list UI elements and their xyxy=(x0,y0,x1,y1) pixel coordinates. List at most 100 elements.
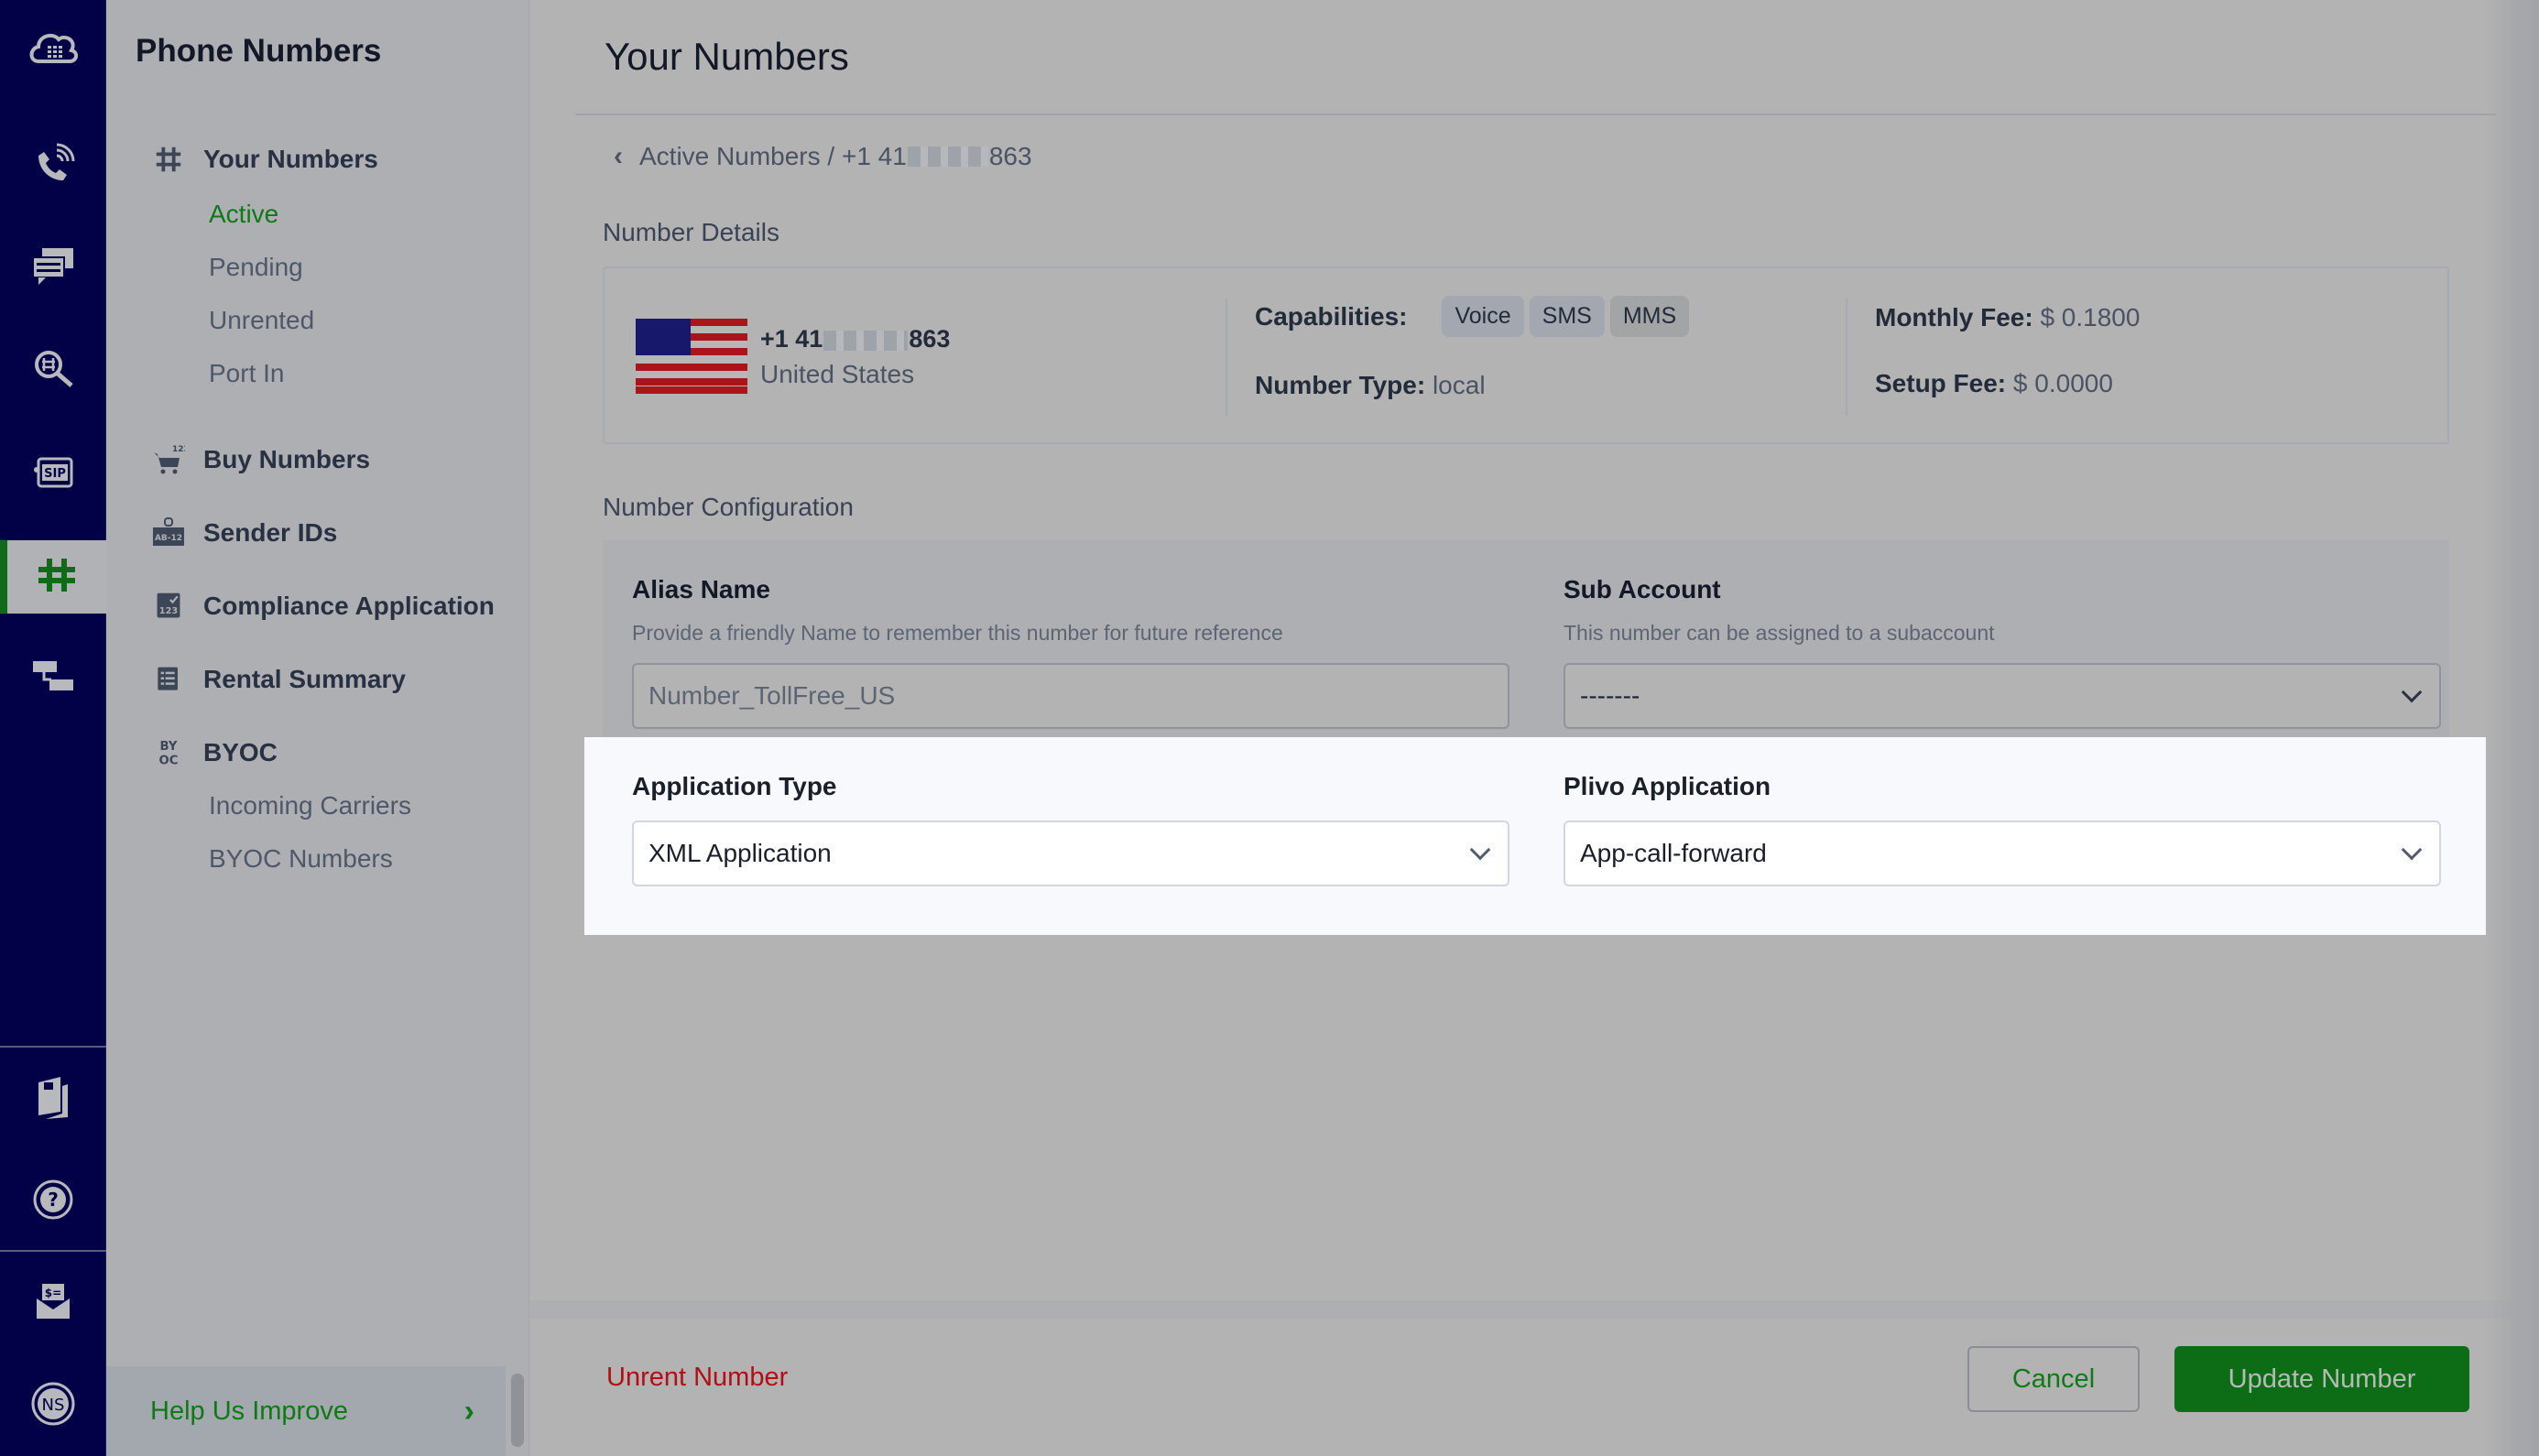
sidebar-subitem-active[interactable]: Active xyxy=(209,200,278,229)
sidebar-subitem-port-in[interactable]: Port In xyxy=(209,359,284,388)
number-configuration-panel: Alias Name Provide a friendly Name to re… xyxy=(603,540,2449,738)
page-edge xyxy=(2484,0,2539,1456)
application-type-select[interactable]: XML Application xyxy=(632,820,1509,886)
sub-account-select[interactable]: ------- xyxy=(1564,663,2441,729)
svg-text:AB-12: AB-12 xyxy=(155,534,182,543)
cancel-button[interactable]: Cancel xyxy=(1967,1346,2140,1412)
chevron-down-icon xyxy=(2401,839,2423,861)
svg-text:SIP: SIP xyxy=(44,467,66,481)
number-configuration-heading: Number Configuration xyxy=(603,493,854,521)
chevron-down-icon xyxy=(2401,681,2423,703)
chevron-left-icon[interactable]: ‹ xyxy=(614,141,623,172)
chevron-right-icon: › xyxy=(463,1393,474,1429)
main-content: Your Numbers ‹ Active Numbers / +1 41 86… xyxy=(529,0,2539,1456)
page-title: Your Numbers xyxy=(605,35,849,78)
capability-badge-sms: SMS xyxy=(1529,296,1605,337)
phone-number: +1 41 863 xyxy=(760,325,951,353)
number-details-card: +1 41 863 United States Capabilities: Voi… xyxy=(603,266,2449,444)
footer-divider xyxy=(529,1300,2539,1319)
breadcrumb: ‹ Active Numbers / +1 41 863 xyxy=(614,141,1032,172)
phone-numbers-hash-icon xyxy=(29,548,84,607)
icon-rail: SIP ? $= NS xyxy=(0,0,106,1456)
account-avatar-icon: NS xyxy=(26,1376,81,1436)
capability-badge-mms: MMS xyxy=(1609,296,1690,337)
svg-text:OC: OC xyxy=(159,754,179,767)
flow-icon xyxy=(26,648,81,708)
rail-divider xyxy=(0,1046,106,1048)
svg-text:123: 123 xyxy=(159,606,179,616)
svg-text:$=: $= xyxy=(45,1287,61,1299)
sidebar-item-byoc[interactable]: BY OC BYOC xyxy=(152,736,278,769)
rail-divider xyxy=(0,1250,106,1252)
sidebar-item-your-numbers[interactable]: Your Numbers xyxy=(152,143,378,176)
rail-docs[interactable] xyxy=(0,1062,106,1135)
cart-123-icon: 123 xyxy=(152,443,185,476)
rail-voice[interactable] xyxy=(0,130,106,203)
phone-call-icon xyxy=(26,137,81,197)
svg-text:BY: BY xyxy=(160,740,178,754)
sender-id-badge-icon: AB-12 xyxy=(152,516,185,549)
billing-icon: $= xyxy=(26,1275,81,1334)
number-details-heading: Number Details xyxy=(603,218,779,246)
setup-fee: Setup Fee: $ 0.0000 xyxy=(1875,369,2113,397)
secondary-sidebar: Phone Numbers Your Numbers Active Pendin… xyxy=(106,0,529,1456)
cloud-dialpad-icon xyxy=(26,21,81,81)
alias-name-label: Alias Name xyxy=(632,575,770,603)
chevron-down-icon xyxy=(1469,839,1491,861)
help-icon: ? xyxy=(26,1172,81,1232)
compliance-icon: 123 xyxy=(152,590,185,623)
sidebar-scrollbar[interactable] xyxy=(511,1374,524,1447)
breadcrumb-parent-link[interactable]: Active Numbers xyxy=(639,142,821,171)
rail-phone-numbers[interactable] xyxy=(0,540,106,614)
rail-home[interactable] xyxy=(0,14,106,87)
rail-help[interactable]: ? xyxy=(0,1165,106,1238)
sidebar-subitem-byoc-numbers[interactable]: BYOC Numbers xyxy=(209,844,393,874)
svg-text:123: 123 xyxy=(172,445,185,454)
country-name: United States xyxy=(760,360,915,388)
sidebar-subitem-incoming-carriers[interactable]: Incoming Carriers xyxy=(209,791,411,820)
help-us-improve-button[interactable]: Help Us Improve › xyxy=(106,1366,506,1456)
sidebar-item-sender-ids[interactable]: AB-12 Sender IDs xyxy=(152,516,337,549)
application-settings-panel: Application Type XML Application Plivo A… xyxy=(584,737,2486,935)
capability-badge-voice: Voice xyxy=(1442,296,1524,337)
redacted-digits xyxy=(907,147,988,167)
sidebar-title: Phone Numbers xyxy=(136,33,382,69)
docs-icon xyxy=(26,1070,81,1129)
number-type: Number Type: local xyxy=(1255,371,1486,399)
update-number-button[interactable]: Update Number xyxy=(2174,1346,2469,1412)
rail-account[interactable]: NS xyxy=(0,1369,106,1442)
svg-text:NS: NS xyxy=(42,1396,65,1415)
sub-account-help: This number can be assigned to a subacco… xyxy=(1564,621,1995,645)
us-flag-icon xyxy=(636,319,747,394)
breadcrumb-current: +1 41 xyxy=(841,142,907,170)
application-type-label: Application Type xyxy=(632,772,837,800)
sip-trunk-icon: SIP xyxy=(26,444,81,504)
hash-icon xyxy=(152,143,185,176)
list-icon xyxy=(152,663,185,696)
monthly-fee: Monthly Fee: $ 0.1800 xyxy=(1875,303,2141,331)
svg-text:?: ? xyxy=(48,1189,59,1211)
number-lookup-icon xyxy=(26,342,81,401)
sidebar-item-rental-summary[interactable]: Rental Summary xyxy=(152,663,406,696)
header-divider xyxy=(575,114,2497,115)
plivo-application-select[interactable]: App-call-forward xyxy=(1564,820,2441,886)
rail-sip[interactable]: SIP xyxy=(0,437,106,510)
byoc-icon: BY OC xyxy=(152,736,185,769)
sidebar-item-buy-numbers[interactable]: 123 Buy Numbers xyxy=(152,443,370,476)
unrent-number-link[interactable]: Unrent Number xyxy=(606,1363,788,1393)
rail-lookup[interactable] xyxy=(0,334,106,407)
alias-name-input[interactable]: Number_TollFree_US xyxy=(632,663,1509,729)
divider xyxy=(1226,299,1227,416)
sidebar-subitem-unrented[interactable]: Unrented xyxy=(209,306,314,335)
rail-messaging[interactable] xyxy=(0,232,106,305)
capabilities: Capabilities: Voice SMS MMS xyxy=(1255,296,1694,337)
rail-billing[interactable]: $= xyxy=(0,1267,106,1341)
divider xyxy=(1846,299,1847,416)
rail-flow[interactable] xyxy=(0,641,106,714)
messaging-icon xyxy=(26,239,81,299)
alias-name-help: Provide a friendly Name to remember this… xyxy=(632,621,1283,645)
plivo-application-label: Plivo Application xyxy=(1564,772,1771,800)
sidebar-subitem-pending[interactable]: Pending xyxy=(209,253,303,282)
sidebar-item-compliance[interactable]: 123 Compliance Application xyxy=(152,590,495,623)
sub-account-label: Sub Account xyxy=(1564,575,1721,603)
